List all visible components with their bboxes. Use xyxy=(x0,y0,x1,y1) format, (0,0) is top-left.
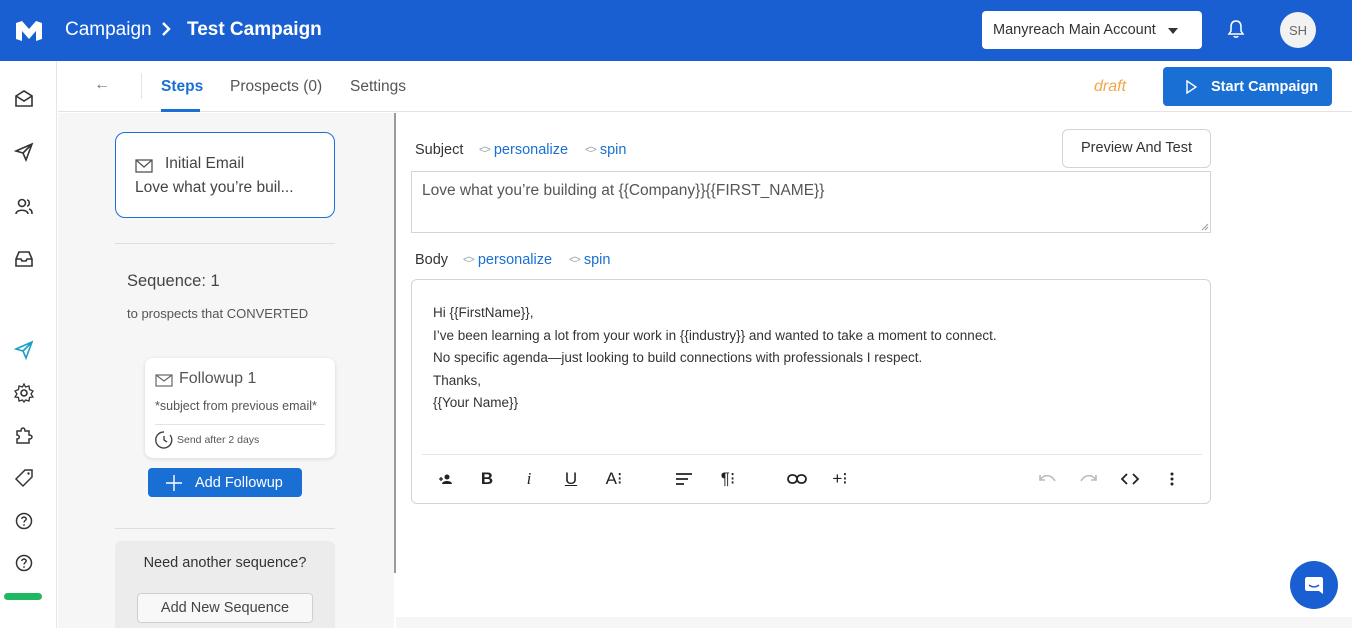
subject-value: Love what you’re building at {{Company}}… xyxy=(422,182,825,199)
redo-icon[interactable] xyxy=(1078,468,1100,490)
help-icon[interactable] xyxy=(13,552,35,574)
spin-label: spin xyxy=(599,142,627,158)
spin-label: spin xyxy=(583,252,611,268)
new-sequence-box: Need another sequence? Add New Sequence xyxy=(115,541,335,628)
mail-icon[interactable] xyxy=(13,88,35,110)
sequence-title: Sequence: 1 xyxy=(127,272,220,290)
divider xyxy=(115,528,335,529)
caret-down-icon xyxy=(1168,28,1178,34)
merge-field-icon[interactable] xyxy=(436,468,456,490)
followup-title: Followup 1 xyxy=(179,370,257,387)
paragraph-button[interactable]: ¶⁝ xyxy=(716,468,740,490)
sub-header: ← Steps Prospects (0) Settings draft Sta… xyxy=(58,61,1352,112)
align-icon[interactable] xyxy=(674,468,694,490)
body-line: Hi {{FirstName}}, xyxy=(433,305,534,320)
tab-active-indicator xyxy=(161,109,200,112)
body-content[interactable]: Hi {{FirstName}}, I’ve been learning a l… xyxy=(433,302,997,415)
status-bar xyxy=(4,593,42,600)
undo-icon[interactable] xyxy=(1036,468,1058,490)
users-icon[interactable] xyxy=(13,195,35,217)
avatar[interactable]: SH xyxy=(1280,12,1316,48)
bell-icon[interactable] xyxy=(1226,18,1246,40)
followup-card[interactable]: Followup 1 *subject from previous email*… xyxy=(145,358,335,458)
email-editor: Subject <> personalize <> spin Preview And… xyxy=(396,113,1352,617)
envelope-icon xyxy=(155,374,173,387)
subject-spin-link[interactable]: <> spin xyxy=(585,142,626,158)
chat-button[interactable] xyxy=(1290,561,1338,609)
clock-icon xyxy=(155,431,173,449)
link-icon[interactable] xyxy=(786,468,808,490)
add-sequence-button[interactable]: Add New Sequence xyxy=(137,593,313,623)
gear-icon[interactable] xyxy=(13,382,35,404)
initial-email-preview: Love what you’re buil... xyxy=(135,179,294,196)
back-button[interactable]: ← xyxy=(94,76,110,94)
add-followup-button[interactable]: Add Followup xyxy=(148,468,302,497)
sequence-condition: to prospects that CONVERTED xyxy=(127,306,309,321)
body-editor[interactable]: Hi {{FirstName}}, I’ve been learning a l… xyxy=(411,279,1211,504)
new-sequence-prompt: Need another sequence? xyxy=(143,555,307,571)
body-line: Thanks, xyxy=(433,372,482,388)
subject-input[interactable]: Love what you’re building at {{Company}}… xyxy=(411,171,1211,233)
help-icon[interactable] xyxy=(13,510,35,532)
body-line: {{Your Name}} xyxy=(433,395,519,410)
left-rail xyxy=(0,61,57,628)
personalize-label: personalize xyxy=(493,142,569,158)
tag-icon[interactable] xyxy=(13,467,35,489)
body-spin-link[interactable]: <> spin xyxy=(569,252,610,268)
underline-button[interactable]: U xyxy=(561,468,581,490)
divider xyxy=(141,73,142,99)
body-line: I’ve been learning a lot from your work … xyxy=(433,327,997,343)
personalize-label: personalize xyxy=(477,252,553,268)
divider xyxy=(155,424,325,425)
code-view-icon[interactable] xyxy=(1119,468,1141,490)
more-options-icon[interactable] xyxy=(1162,468,1182,490)
chevron-right-icon xyxy=(162,22,171,36)
breadcrumb-current: Test Campaign xyxy=(187,19,322,40)
followup-delay: Send after 2 days xyxy=(177,434,260,446)
bold-button[interactable]: B xyxy=(477,468,497,490)
status-badge: draft xyxy=(1094,78,1127,95)
italic-button[interactable]: i xyxy=(519,468,539,490)
divider xyxy=(115,243,335,244)
campaign-send-icon[interactable] xyxy=(13,339,35,361)
breadcrumb-campaign[interactable]: Campaign xyxy=(65,18,152,42)
body-personalize-link[interactable]: <> personalize xyxy=(463,252,552,268)
send-icon[interactable] xyxy=(13,141,35,163)
code-icon: <> xyxy=(479,144,491,156)
followup-subject: *subject from previous email* xyxy=(155,399,317,413)
tab-steps[interactable]: Steps xyxy=(161,78,203,96)
plus-icon xyxy=(166,475,182,491)
initial-email-card[interactable]: Initial Email Love what you’re buil... xyxy=(115,132,335,218)
manyreach-logo-icon[interactable] xyxy=(14,19,44,43)
code-icon: <> xyxy=(463,254,475,266)
toolbar-divider xyxy=(422,454,1202,455)
bottom-strip xyxy=(396,617,1352,628)
start-campaign-label: Start Campaign xyxy=(1211,78,1319,95)
body-label: Body xyxy=(415,252,449,268)
add-followup-label: Add Followup xyxy=(195,474,283,491)
chat-icon xyxy=(1305,577,1323,594)
initial-email-title: Initial Email xyxy=(165,155,245,172)
top-bar: Campaign Test Campaign Manyreach Main Ac… xyxy=(0,0,1352,61)
start-campaign-button[interactable]: Start Campaign xyxy=(1163,67,1332,106)
subject-label: Subject xyxy=(415,142,464,158)
envelope-icon xyxy=(135,159,153,173)
code-icon: <> xyxy=(585,144,597,156)
font-size-button[interactable]: A⁝ xyxy=(602,468,626,490)
tab-prospects[interactable]: Prospects (0) xyxy=(230,78,322,96)
insert-button[interactable]: +⁝ xyxy=(828,468,852,490)
inbox-icon[interactable] xyxy=(13,248,35,270)
body-line: No specific agenda—just looking to build… xyxy=(433,350,923,365)
preview-and-test-button[interactable]: Preview And Test xyxy=(1062,129,1211,168)
account-label: Manyreach Main Account xyxy=(993,22,1156,38)
tab-settings[interactable]: Settings xyxy=(350,78,406,96)
puzzle-icon[interactable] xyxy=(13,424,35,446)
code-icon: <> xyxy=(569,254,581,266)
subject-personalize-link[interactable]: <> personalize xyxy=(479,142,568,158)
account-selector[interactable]: Manyreach Main Account xyxy=(982,11,1202,49)
play-icon xyxy=(1186,80,1197,94)
resize-handle-icon[interactable] xyxy=(1201,223,1209,231)
steps-panel: Initial Email Love what you’re buil... S… xyxy=(58,113,394,628)
